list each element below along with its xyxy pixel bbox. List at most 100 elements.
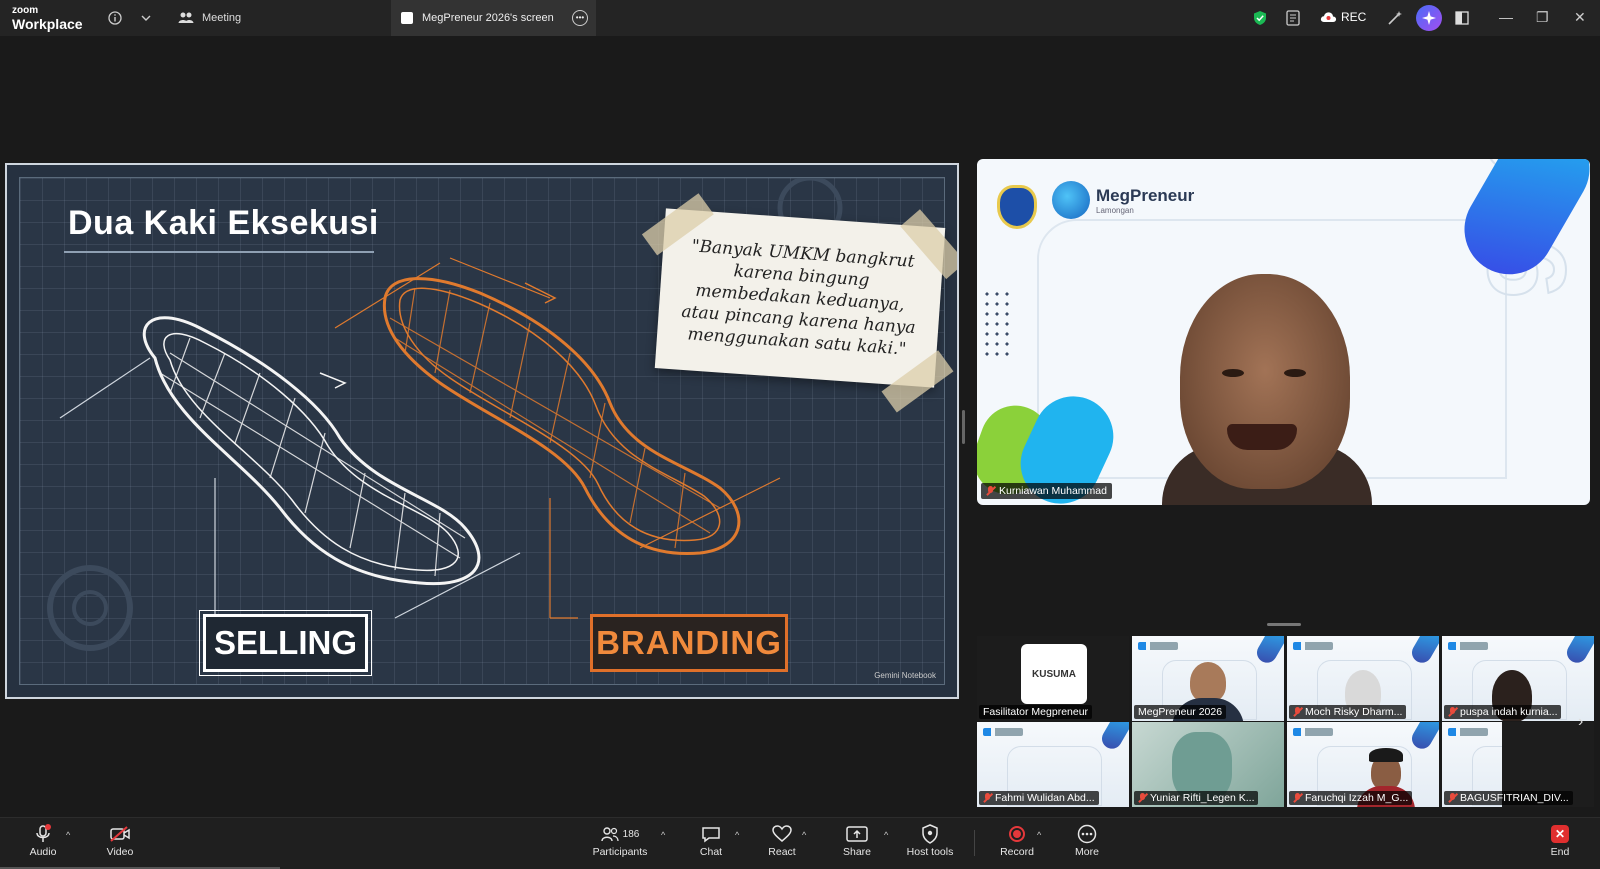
toolbar-divider bbox=[974, 830, 975, 856]
brand-logo bbox=[1293, 642, 1333, 650]
react-label: React bbox=[768, 846, 796, 858]
participant-tile[interactable]: puspa indah kurnia... bbox=[1442, 636, 1594, 721]
participant-name-tag: Fahmi Wulidan Abd... bbox=[979, 791, 1099, 805]
participant-tile[interactable]: KUSUMA Fasilitator Megpreneur bbox=[977, 636, 1129, 721]
video-button[interactable]: Video bbox=[88, 823, 152, 865]
participants-options-caret-icon[interactable]: ^ bbox=[661, 830, 665, 840]
encryption-shield-icon[interactable] bbox=[1251, 9, 1269, 27]
end-label: End bbox=[1550, 846, 1570, 858]
person-eye bbox=[1222, 369, 1244, 377]
chat-button[interactable]: Chat bbox=[679, 823, 743, 865]
info-icon[interactable] bbox=[106, 9, 124, 27]
participant-name: Faruchqi Izzah M_G... bbox=[1305, 792, 1409, 804]
branding-label: BRANDING bbox=[590, 614, 788, 672]
participants-button[interactable]: 186 Participants bbox=[588, 823, 652, 865]
ai-companion-icon[interactable] bbox=[1416, 5, 1442, 31]
brand-name: MegPreneur bbox=[1096, 185, 1195, 205]
participant-name: MegPreneur 2026 bbox=[1138, 706, 1223, 718]
chat-options-caret-icon[interactable]: ^ bbox=[735, 830, 739, 840]
video-label: Video bbox=[106, 846, 134, 858]
participant-name-tag: MegPreneur 2026 bbox=[1134, 705, 1227, 719]
participant-name-tag: Fasilitator Megpreneur bbox=[979, 705, 1093, 719]
more-options-icon[interactable]: ••• bbox=[572, 10, 588, 26]
panel-resize-handle[interactable] bbox=[962, 410, 965, 444]
participant-tile[interactable]: Faruchqi Izzah M_G... bbox=[1287, 722, 1439, 807]
participant-name: BAGUSFITRIAN_DIV... bbox=[1460, 792, 1569, 804]
participant-name: puspa indah kurnia... bbox=[1460, 706, 1558, 718]
gallery-next-icon[interactable]: › bbox=[1578, 713, 1583, 731]
more-icon bbox=[1077, 823, 1097, 845]
participant-face bbox=[1190, 662, 1226, 702]
zoom-logo: zoom Workplace bbox=[12, 6, 83, 32]
megpreneur-logo: MegPreneur Lamongan bbox=[1052, 181, 1194, 219]
person-face bbox=[1180, 274, 1350, 489]
person-eye bbox=[1284, 369, 1306, 377]
slide-title: Dua Kaki Eksekusi bbox=[68, 204, 379, 242]
mic-muted-icon bbox=[1448, 707, 1457, 717]
share-screen-icon bbox=[846, 823, 868, 845]
watermark: Gemini Notebook bbox=[874, 671, 936, 680]
host-tools-button[interactable]: Host tools bbox=[898, 823, 962, 865]
meeting-toolbar: Audio ^ Video 186 Participants ^ Chat ^ bbox=[0, 817, 1600, 869]
quote-note: "Banyak UMKM bangkrut karena bingung mem… bbox=[641, 193, 957, 413]
participants-count: 186 bbox=[622, 828, 640, 840]
screen-share-tab[interactable]: MegPreneur 2026's screen ••• bbox=[391, 0, 596, 36]
brand-logo bbox=[1448, 642, 1488, 650]
title-bar: zoom Workplace Meeting MegPreneur 2026's… bbox=[0, 0, 1600, 36]
share-button[interactable]: Share bbox=[825, 823, 889, 865]
brand-logo bbox=[983, 728, 1023, 736]
participant-name: Fahmi Wulidan Abd... bbox=[995, 792, 1095, 804]
chat-label: Chat bbox=[699, 846, 723, 858]
participant-tile[interactable]: MegPreneur 2026 bbox=[1132, 636, 1284, 721]
participant-tile[interactable]: BAGUSFITRIAN_DIV... bbox=[1442, 722, 1594, 807]
active-speaker-video[interactable]: 2026 MegPreneur Lamongan Kurniawan Muham… bbox=[977, 159, 1590, 505]
brand-logo bbox=[1138, 642, 1178, 650]
react-options-caret-icon[interactable]: ^ bbox=[802, 830, 806, 840]
chat-icon bbox=[701, 823, 721, 845]
minimize-icon[interactable]: — bbox=[1499, 9, 1513, 25]
gallery-resize-handle[interactable] bbox=[1267, 623, 1301, 626]
audio-options-caret-icon[interactable]: ^ bbox=[66, 830, 70, 840]
share-options-caret-icon[interactable]: ^ bbox=[884, 830, 888, 840]
restore-icon[interactable]: ❐ bbox=[1536, 9, 1549, 26]
meeting-tab[interactable]: Meeting bbox=[178, 6, 241, 30]
participant-name: Yuniar Rifti_Legen K... bbox=[1150, 792, 1255, 804]
participant-name-tag: Moch Risky Dharm... bbox=[1289, 705, 1407, 719]
record-options-caret-icon[interactable]: ^ bbox=[1037, 830, 1041, 840]
mic-muted-icon bbox=[983, 793, 992, 803]
participant-name: Moch Risky Dharm... bbox=[1305, 706, 1403, 718]
cloud-icon bbox=[1320, 12, 1337, 22]
speaker-name: Kurniawan Muhammad bbox=[999, 485, 1107, 497]
meeting-tab-label: Meeting bbox=[202, 12, 242, 24]
more-label: More bbox=[1075, 846, 1099, 858]
video-off-icon bbox=[109, 823, 131, 845]
participant-tile[interactable]: Yuniar Rifti_Legen K... bbox=[1132, 722, 1284, 807]
chevron-down-icon[interactable] bbox=[137, 9, 155, 27]
heart-icon bbox=[772, 823, 792, 845]
people-icon bbox=[178, 12, 194, 23]
screen-tab-label: MegPreneur 2026's screen bbox=[422, 12, 554, 24]
participant-tile[interactable]: Moch Risky Dharm... bbox=[1287, 636, 1439, 721]
shield-icon bbox=[921, 823, 939, 845]
mic-muted-icon bbox=[1293, 707, 1302, 717]
notes-icon[interactable] bbox=[1284, 9, 1302, 27]
participant-hair bbox=[1369, 748, 1403, 762]
participants-label: Participants bbox=[592, 846, 648, 858]
share-label: Share bbox=[842, 846, 872, 858]
participant-name-tag: puspa indah kurnia... bbox=[1444, 705, 1562, 719]
cloud-recording-indicator[interactable]: REC bbox=[1320, 10, 1366, 24]
mic-muted-icon bbox=[1138, 793, 1147, 803]
mic-muted-icon bbox=[1293, 793, 1302, 803]
layout-icon[interactable] bbox=[1453, 9, 1471, 27]
more-button[interactable]: More bbox=[1055, 823, 1119, 865]
person-mouth bbox=[1227, 424, 1297, 450]
participant-tile[interactable]: Fahmi Wulidan Abd... bbox=[977, 722, 1129, 807]
participant-name-tag: Yuniar Rifti_Legen K... bbox=[1134, 791, 1259, 805]
end-button[interactable]: ✕ End bbox=[1528, 823, 1592, 865]
audio-label: Audio bbox=[29, 846, 57, 858]
close-icon[interactable]: ✕ bbox=[1574, 9, 1586, 26]
host-tools-label: Host tools bbox=[906, 846, 954, 858]
regency-emblem bbox=[997, 185, 1037, 229]
mic-muted-icon bbox=[986, 486, 995, 496]
magic-wand-icon[interactable] bbox=[1386, 9, 1404, 27]
